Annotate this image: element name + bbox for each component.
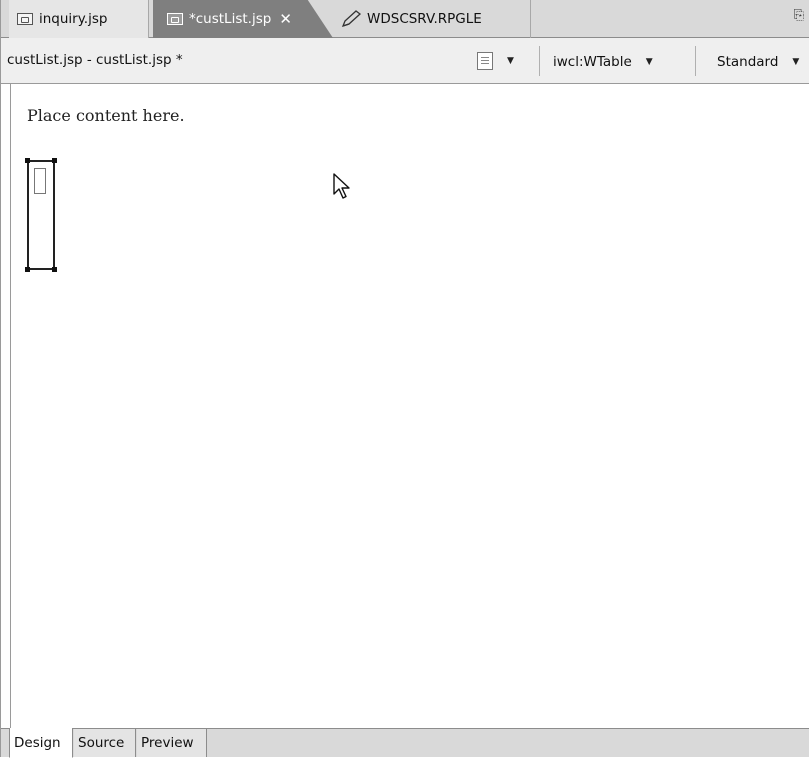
tab-label: Design <box>14 734 61 751</box>
placeholder-text: Place content here. <box>27 106 185 125</box>
tab-wdscsrv-rpgle[interactable]: WDSCSRV.RPGLE <box>341 0 531 38</box>
jsp-editor-window: inquiry.jsp *custList.jsp ✕ WDSCSRV.RPGL… <box>0 0 809 758</box>
close-icon[interactable]: ✕ <box>279 10 292 28</box>
chevron-down-icon: ▼ <box>645 57 653 67</box>
tab-source[interactable]: Source <box>74 729 136 757</box>
restore-view-icon[interactable]: ⎘ <box>794 8 804 23</box>
mode-selector-value: Standard <box>717 54 779 70</box>
toolbar-separator <box>539 46 540 76</box>
tab-preview[interactable]: Preview <box>137 729 207 757</box>
editor-tab-bar: inquiry.jsp *custList.jsp ✕ WDSCSRV.RPGL… <box>1 0 809 38</box>
editor-toolbar: custList.jsp - custList.jsp * ▼ iwcl:WTa… <box>1 38 809 84</box>
chevron-down-icon: ▼ <box>507 56 514 66</box>
tab-label: *custList.jsp <box>189 11 272 27</box>
tab-design[interactable]: Design <box>9 728 73 758</box>
design-canvas[interactable]: Place content here. <box>10 84 809 728</box>
resize-handle[interactable] <box>25 158 30 163</box>
tab-inquiry-jsp[interactable]: inquiry.jsp <box>9 0 149 38</box>
tab-label: Preview <box>141 735 194 751</box>
tab-label: WDSCSRV.RPGLE <box>367 11 482 27</box>
chevron-down-icon: ▼ <box>792 57 800 67</box>
resize-handle[interactable] <box>52 158 57 163</box>
tab-label: inquiry.jsp <box>39 11 108 27</box>
wtable-component[interactable] <box>25 158 57 272</box>
page-icon <box>477 52 493 70</box>
tag-selector-dropdown[interactable]: iwcl:WTable ▼ <box>553 54 653 70</box>
view-tab-bar: Design Source Preview <box>1 728 809 758</box>
resize-handle[interactable] <box>25 267 30 272</box>
tab-label: Source <box>78 735 125 751</box>
jsp-file-icon <box>167 13 183 25</box>
tab-custlist-jsp[interactable]: *custList.jsp ✕ <box>153 0 333 38</box>
toolbar-separator <box>695 46 696 76</box>
wtable-cell[interactable] <box>34 168 46 194</box>
page-properties-button[interactable]: ▼ <box>477 50 523 72</box>
pencil-icon <box>341 10 362 28</box>
mouse-pointer-icon <box>333 173 350 199</box>
resize-handle[interactable] <box>52 267 57 272</box>
editor-title: custList.jsp - custList.jsp * <box>7 52 183 68</box>
mode-selector-dropdown[interactable]: Standard ▼ <box>717 54 799 70</box>
tag-selector-value: iwcl:WTable <box>553 54 632 70</box>
jsp-file-icon <box>17 13 33 25</box>
